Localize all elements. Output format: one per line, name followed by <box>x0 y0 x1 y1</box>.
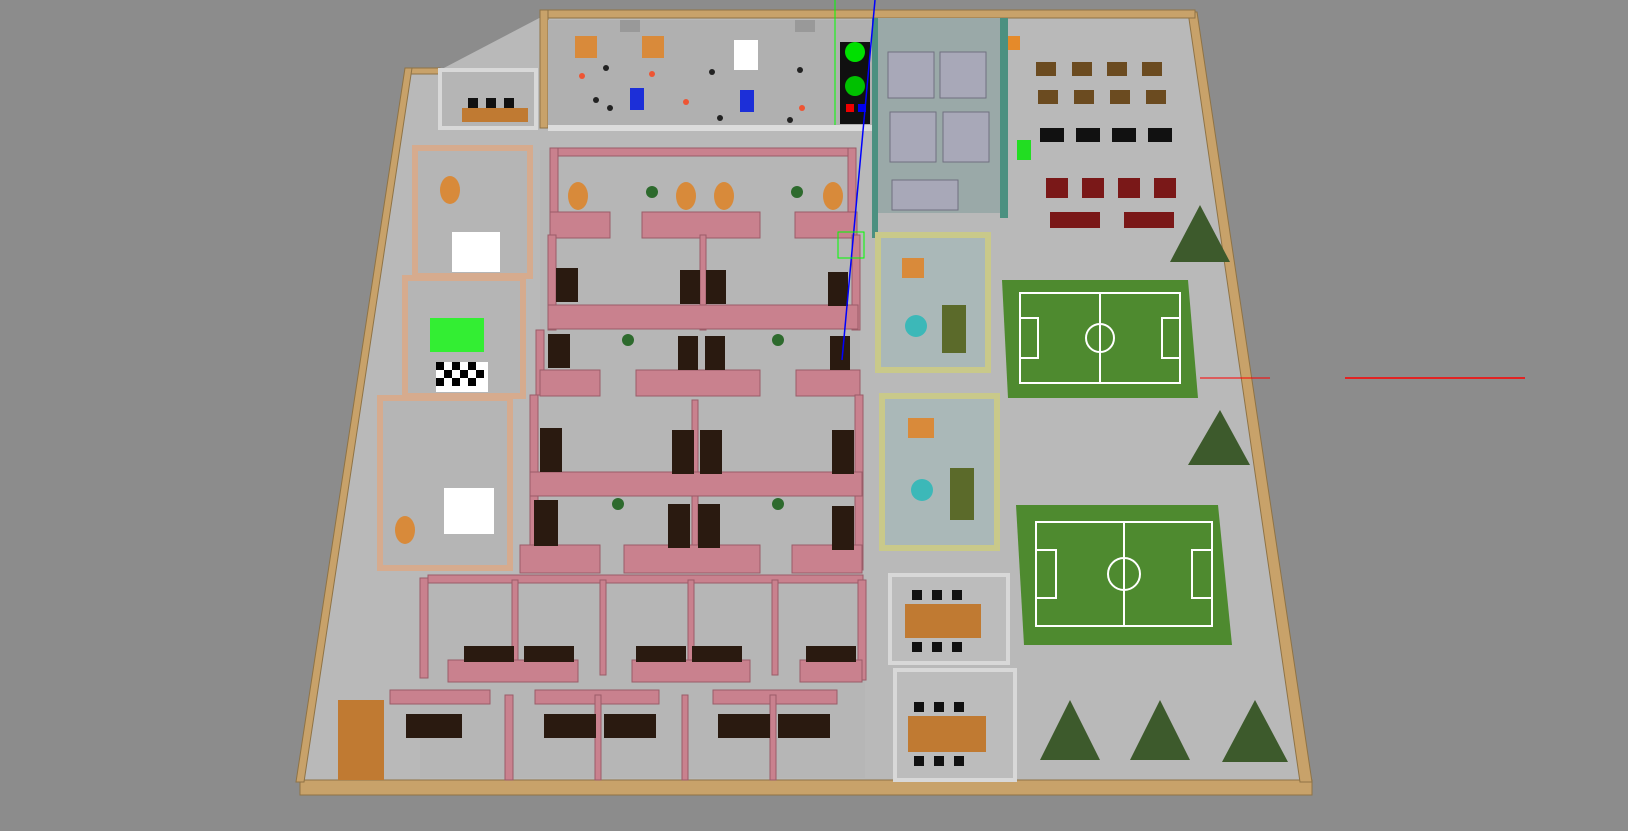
blue-bin <box>740 90 754 112</box>
desk-icon <box>705 336 725 370</box>
small-office <box>438 68 538 130</box>
desk-icon <box>668 504 690 548</box>
potted-plant-icon <box>612 498 624 510</box>
shelf <box>642 36 664 58</box>
blue-bin <box>630 88 644 110</box>
cafeteria <box>872 18 1031 238</box>
potted-plant-icon <box>791 186 803 198</box>
desk-icon <box>828 272 848 306</box>
desk-icon <box>700 430 722 474</box>
robot-lab <box>548 20 878 131</box>
desk-icon <box>548 334 570 368</box>
desk-icon <box>698 504 720 548</box>
desk-icon <box>706 270 726 304</box>
desk-icon <box>672 430 694 474</box>
desk-icon <box>832 506 854 550</box>
desk-icon <box>556 268 578 302</box>
potted-plant-icon <box>646 186 658 198</box>
gazebo-3d-viewport[interactable] <box>0 0 1628 831</box>
potted-plant-icon <box>772 498 784 510</box>
office-world-scene[interactable] <box>0 0 1628 831</box>
desk-icon <box>534 500 558 546</box>
desk-icon <box>832 430 854 474</box>
white-box <box>734 40 758 70</box>
desk-icon <box>678 336 698 370</box>
conference-rooms <box>888 573 1017 782</box>
shelf <box>575 36 597 58</box>
potted-plant-icon <box>622 334 634 346</box>
soccer-field-2 <box>1016 505 1232 645</box>
potted-plant-icon <box>772 334 784 346</box>
open-office-cubicles <box>519 147 864 575</box>
soccer-field-1 <box>1002 280 1198 398</box>
green-robot-icon <box>430 318 484 352</box>
desk-icon <box>830 336 850 370</box>
desk-icon <box>540 428 562 472</box>
desk-icon <box>680 270 700 304</box>
